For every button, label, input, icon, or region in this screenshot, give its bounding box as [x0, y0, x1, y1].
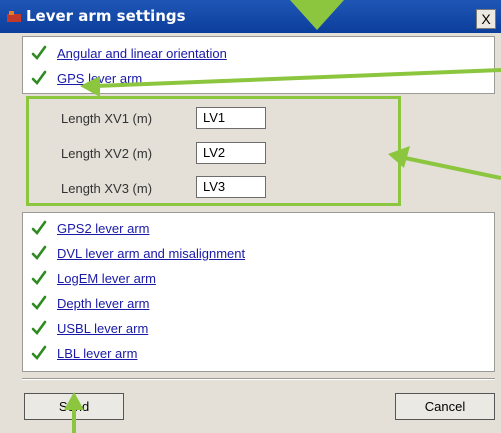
divider [22, 378, 495, 380]
check-icon [31, 245, 47, 260]
link-dvl-lever-arm[interactable]: DVL lever arm and misalignment [57, 246, 245, 261]
list-item[interactable]: LogEM lever arm [31, 267, 156, 289]
list-item[interactable]: Angular and linear orientation [31, 42, 227, 64]
list-item[interactable]: Depth lever arm [31, 292, 149, 314]
title-bar: Lever arm settings X [0, 0, 501, 33]
link-logem-lever-arm[interactable]: LogEM lever arm [57, 271, 156, 286]
lever-arm-fields-group: Length XV1 (m) LV1 Length XV2 (m) LV2 Le… [26, 96, 401, 206]
link-usbl-lever-arm[interactable]: USBL lever arm [57, 321, 148, 336]
list-item[interactable]: GPS2 lever arm [31, 217, 149, 239]
field-label-xv1: Length XV1 (m) [61, 111, 153, 126]
send-button[interactable]: Send [24, 393, 124, 420]
check-icon [31, 345, 47, 360]
length-xv1-field[interactable]: LV1 [196, 107, 266, 129]
length-xv3-field[interactable]: LV3 [196, 176, 266, 198]
window-title: Lever arm settings [26, 7, 186, 25]
check-icon [31, 220, 47, 235]
bottom-links-panel: GPS2 lever arm DVL lever arm and misalig… [22, 212, 495, 372]
field-label-xv2: Length XV2 (m) [61, 146, 153, 161]
link-gps2-lever-arm[interactable]: GPS2 lever arm [57, 221, 149, 236]
check-icon [31, 270, 47, 285]
check-icon [31, 295, 47, 310]
list-item[interactable]: USBL lever arm [31, 317, 148, 339]
top-links-panel: Angular and linear orientation GPS lever… [22, 36, 495, 94]
check-icon [31, 45, 47, 60]
annotation-arrow-group [404, 156, 501, 180]
link-gps-lever-arm[interactable]: GPS lever arm [57, 71, 142, 86]
link-lbl-lever-arm[interactable]: LBL lever arm [57, 346, 137, 361]
check-icon [31, 320, 47, 335]
check-icon [31, 70, 47, 85]
field-label-xv3: Length XV3 (m) [61, 181, 153, 196]
list-item[interactable]: LBL lever arm [31, 342, 137, 364]
list-item[interactable]: DVL lever arm and misalignment [31, 242, 245, 264]
lever-arm-settings-dialog: Lever arm settings X Angular and linear … [0, 0, 501, 433]
cancel-button[interactable]: Cancel [395, 393, 495, 420]
link-angular-linear-orientation[interactable]: Angular and linear orientation [57, 46, 227, 61]
link-depth-lever-arm[interactable]: Depth lever arm [57, 296, 149, 311]
length-xv2-field[interactable]: LV2 [196, 142, 266, 164]
app-icon [7, 11, 21, 22]
list-item[interactable]: GPS lever arm [31, 67, 142, 89]
close-button[interactable]: X [476, 9, 496, 29]
